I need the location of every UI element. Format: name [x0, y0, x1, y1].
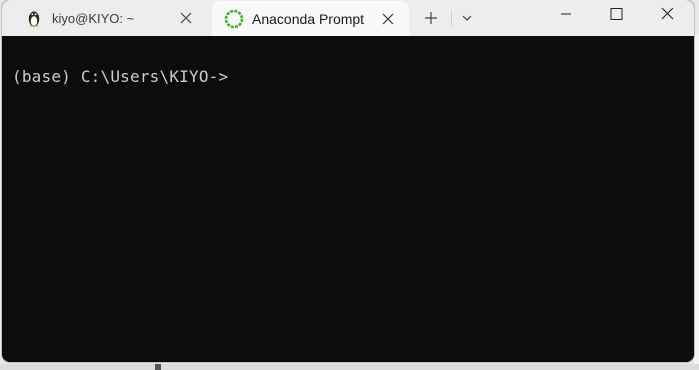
terminal-output[interactable]: (base) C:\Users\KIYO-> — [2, 36, 694, 362]
tab-title: kiyo@KIYO: ~ — [52, 10, 135, 26]
terminal-window: kiyo@KIYO: ~ Anaconda Prompt (base) C:\U… — [2, 0, 694, 362]
anaconda-icon — [224, 9, 244, 28]
maximize-icon[interactable] — [593, 0, 639, 30]
title-bar[interactable]: kiyo@KIYO: ~ Anaconda Prompt — [2, 0, 694, 36]
tab-title: Anaconda Prompt — [252, 10, 365, 27]
plus-icon[interactable] — [420, 8, 442, 28]
tab-kiyo-wsl[interactable]: kiyo@KIYO: ~ — [12, 0, 207, 36]
linux-penguin-icon — [28, 11, 40, 27]
close-tab-icon[interactable] — [179, 11, 193, 25]
taskbar-marker — [155, 364, 161, 370]
close-icon[interactable] — [645, 0, 691, 30]
command-prompt: (base) C:\Users\KIYO-> — [12, 67, 229, 86]
minimize-icon[interactable] — [543, 0, 589, 30]
taskbar-edge — [0, 364, 699, 370]
chevron-down-icon[interactable] — [456, 8, 478, 28]
close-tab-icon[interactable] — [381, 12, 395, 26]
tab-anaconda-prompt[interactable]: Anaconda Prompt — [212, 1, 409, 36]
toolbar-divider — [451, 10, 452, 26]
